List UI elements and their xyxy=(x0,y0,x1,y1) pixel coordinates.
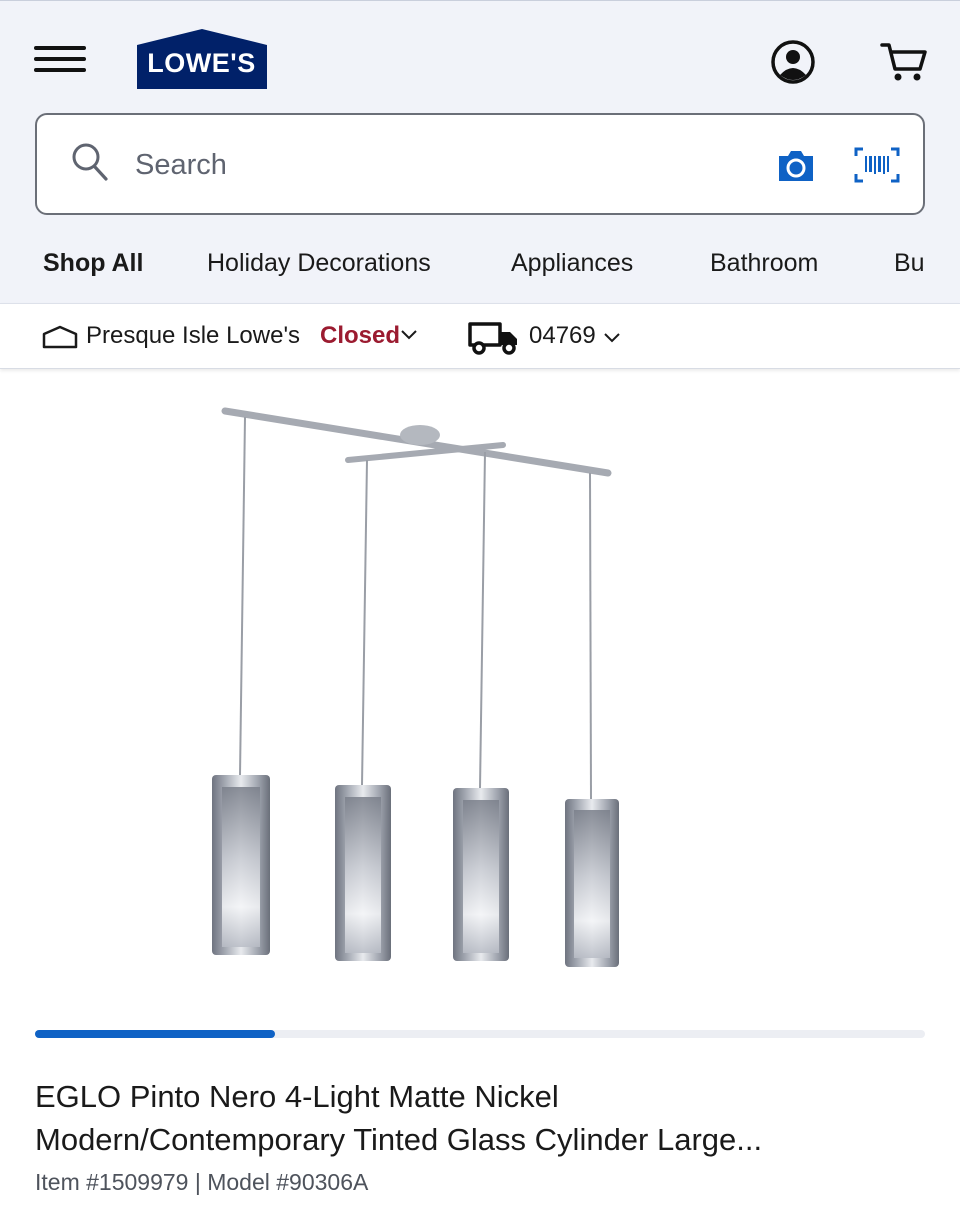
product-title-line-1: EGLO Pinto Nero 4-Light Matte Nickel xyxy=(35,1079,559,1114)
search-input[interactable] xyxy=(135,139,735,191)
menu-icon[interactable] xyxy=(34,46,86,76)
item-number: Item #1509979 xyxy=(35,1169,189,1195)
nav-building-supplies[interactable]: Bu xyxy=(894,249,925,278)
delivery-truck-icon xyxy=(468,322,517,355)
search-bar[interactable] xyxy=(35,113,925,215)
logo-text: LOWE'S xyxy=(147,48,256,78)
store-icon xyxy=(42,325,78,349)
store-name[interactable]: Presque Isle Lowe's xyxy=(86,322,300,350)
camera-icon[interactable] xyxy=(776,148,816,184)
store-status[interactable]: Closed xyxy=(320,322,400,350)
separator: | xyxy=(194,1169,201,1195)
lowes-logo[interactable]: LOWE'S xyxy=(137,29,267,94)
model-number: Model #90306A xyxy=(207,1169,369,1195)
account-icon[interactable] xyxy=(770,39,816,85)
header: LOWE'S Shop All Holida xyxy=(0,0,960,303)
product-image[interactable] xyxy=(170,395,670,985)
category-nav: Shop All Holiday Decorations Appliances … xyxy=(0,241,960,291)
chevron-down-icon[interactable] xyxy=(400,329,418,341)
chevron-down-icon[interactable] xyxy=(603,332,621,344)
store-bar: Presque Isle Lowe's Closed 04769 xyxy=(0,303,960,369)
search-icon xyxy=(72,143,108,181)
delivery-zip[interactable]: 04769 xyxy=(529,322,596,350)
image-carousel-progress[interactable] xyxy=(35,1030,925,1038)
product-title-line-2: Modern/Contemporary Tinted Glass Cylinde… xyxy=(35,1122,763,1157)
cart-icon[interactable] xyxy=(880,41,928,83)
product-title: EGLO Pinto Nero 4-Light Matte Nickel Mod… xyxy=(35,1075,915,1161)
carousel-progress-fill xyxy=(35,1030,276,1038)
barcode-icon[interactable] xyxy=(854,147,900,183)
nav-shop-all[interactable]: Shop All xyxy=(43,249,143,278)
nav-appliances[interactable]: Appliances xyxy=(511,249,633,278)
nav-holiday-decorations[interactable]: Holiday Decorations xyxy=(207,249,431,278)
item-model-line: Item #1509979 | Model #90306A xyxy=(35,1169,368,1196)
nav-bathroom[interactable]: Bathroom xyxy=(710,249,818,278)
